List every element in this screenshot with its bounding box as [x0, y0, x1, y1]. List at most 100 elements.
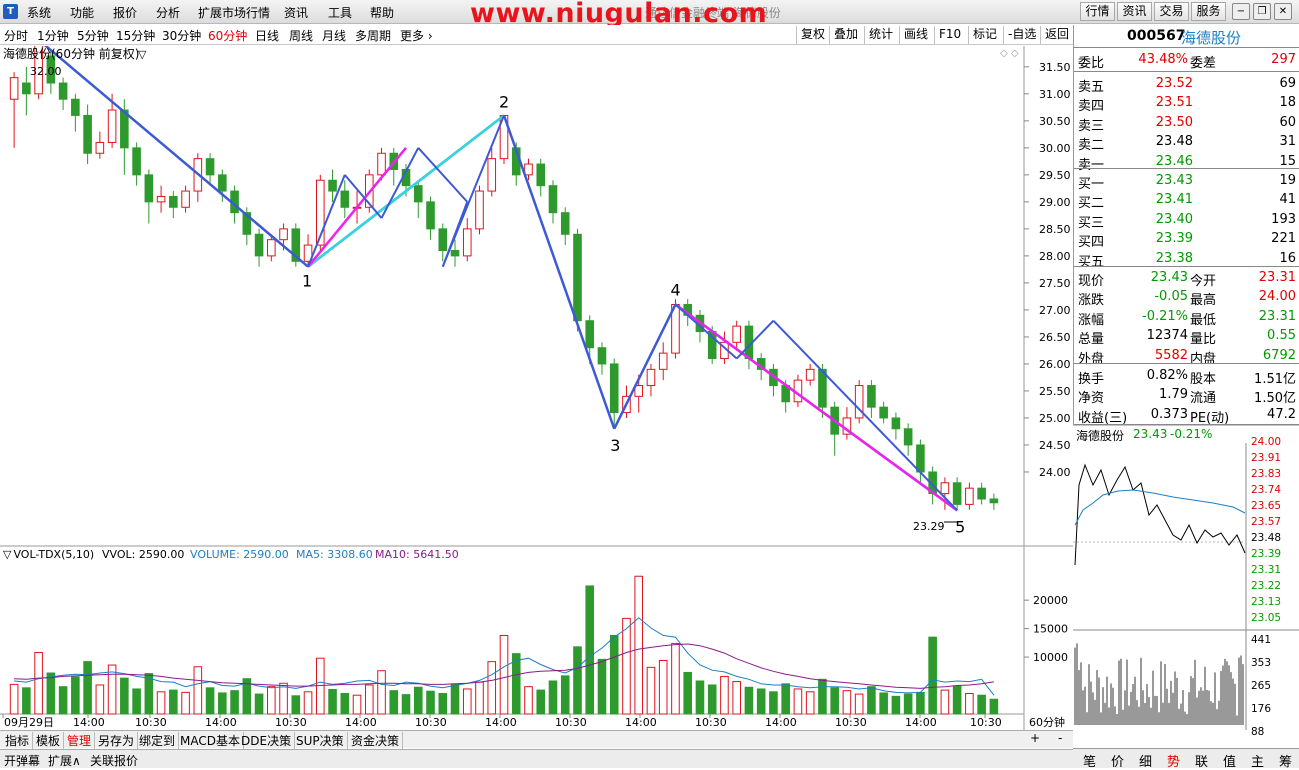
kline-chart[interactable]: 012345 32.0031.5031.0030.5030.0029.5029.… — [0, 46, 1073, 730]
candle — [450, 249, 460, 257]
title-toggle-icon[interactable]: ▽ — [138, 48, 147, 61]
indicator-tab[interactable]: 资金决策 — [348, 732, 404, 749]
volume-bar — [903, 693, 913, 715]
extend-toggle[interactable]: 扩展∧ — [48, 752, 81, 769]
overlay-button[interactable]: 叠加 — [829, 26, 862, 44]
volume-bar — [58, 686, 68, 715]
right-panel-tab[interactable]: 主 — [1251, 751, 1264, 770]
period-5min[interactable]: 5分钟 — [77, 27, 109, 44]
menu-help[interactable]: 帮助 — [370, 4, 394, 21]
right-panel-tab[interactable]: 筹 — [1279, 751, 1292, 770]
restore-icon[interactable]: ❐ — [1253, 3, 1271, 20]
self-select-button[interactable]: -自选 — [1003, 26, 1040, 44]
intraday-mini-chart[interactable]: 海德股份 23.43 -0.21% 24.00 23.91 23.83 23.74 23… — [1073, 425, 1299, 745]
right-panel-tab[interactable]: 值 — [1223, 751, 1236, 770]
volume-bar — [891, 695, 901, 715]
menu-extended-market[interactable]: 扩展市场行情 — [198, 4, 270, 21]
period-60min[interactable]: 60分钟 — [208, 27, 247, 44]
period-daily[interactable]: 日线 — [255, 27, 279, 44]
menu-news[interactable]: 资讯 — [284, 4, 308, 21]
candle — [965, 487, 974, 505]
trade-button[interactable]: 交易 — [1154, 2, 1189, 21]
menu-function[interactable]: 功能 — [70, 4, 94, 21]
axes: 32.00 31.50 31.00 30.50 30.00 29.50 29.00 28.50… — [2, 46, 1071, 729]
stat-row: 涨跌 -0.05 最高 24.00 — [1074, 287, 1299, 308]
volume-bar — [524, 686, 533, 715]
committee-ratio-label: 委比 — [1078, 56, 1105, 71]
right-panel-tabs: 笔价细势联值主筹 — [1073, 748, 1299, 770]
volume-bar — [499, 634, 509, 715]
period-more[interactable]: 更多 › — [400, 27, 433, 44]
indicator-tab[interactable]: SUP决策 — [293, 732, 348, 749]
market-button[interactable]: 行情 — [1080, 2, 1115, 21]
volume-bar — [340, 693, 350, 715]
volume-bar — [830, 687, 839, 715]
menu-tools[interactable]: 工具 — [328, 4, 352, 21]
price-tick-label: 25.00 — [1039, 412, 1071, 425]
period-15min[interactable]: 15分钟 — [116, 27, 155, 44]
adjust-button[interactable]: 复权 — [796, 26, 829, 44]
period-multi[interactable]: 多周期 — [355, 27, 391, 44]
menu-system[interactable]: 系统 — [27, 4, 51, 21]
mini-vol-label: 353 — [1251, 657, 1271, 669]
draw-line-button[interactable]: 画线 — [899, 26, 932, 44]
period-toolbar: 分时 1分钟 5分钟 15分钟 30分钟 60分钟 日线 周线 月线 多周期 更… — [0, 25, 1073, 45]
indicator-tab[interactable]: 另存为 — [95, 732, 139, 749]
candle — [487, 158, 497, 192]
app-logo-icon[interactable]: T — [3, 4, 18, 19]
indicator-tab[interactable]: DDE决策 — [238, 732, 296, 749]
time-tick-label: 14:00 — [345, 716, 377, 729]
right-panel-tab[interactable]: 细 — [1139, 751, 1152, 770]
menu-analysis[interactable]: 分析 — [156, 4, 180, 21]
zoom-in-icon[interactable]: + — [1030, 731, 1040, 745]
indicator-tab[interactable]: MACD基本 — [177, 732, 244, 749]
mark-button[interactable]: 标记 — [968, 26, 1001, 44]
candle — [548, 185, 558, 214]
period-30min[interactable]: 30分钟 — [162, 27, 201, 44]
diamond-icon[interactable]: ◇ ◇ — [1000, 48, 1019, 59]
volume-bar — [989, 698, 999, 715]
volume-bar — [622, 617, 631, 715]
indicator-tab[interactable]: 绑定到 — [136, 732, 180, 749]
mini-price-label: 24.00 — [1251, 436, 1281, 448]
right-panel-tab[interactable]: 联 — [1195, 751, 1208, 770]
right-panel-tab[interactable]: 势 — [1167, 751, 1180, 770]
indicator-tab[interactable]: 模板 — [33, 732, 65, 749]
period-weekly[interactable]: 周线 — [289, 27, 313, 44]
right-panel-tab[interactable]: 价 — [1111, 751, 1124, 770]
service-button[interactable]: 服务 — [1191, 2, 1226, 21]
stat-label: PE(动) — [1190, 410, 1230, 426]
price-tick-label: 30.50 — [1039, 115, 1071, 128]
period-monthly[interactable]: 月线 — [322, 27, 346, 44]
back-button[interactable]: 返回 — [1040, 26, 1073, 44]
period-1min[interactable]: 1分钟 — [37, 27, 69, 44]
stat-row: 涨幅 -0.21% 最低 23.31 — [1074, 307, 1299, 328]
volume-bar — [450, 683, 460, 715]
right-panel-tab[interactable]: 笔 — [1083, 751, 1096, 770]
period-timeshare[interactable]: 分时 — [4, 27, 28, 44]
menu-quote[interactable]: 报价 — [113, 4, 137, 21]
close-icon[interactable]: ✕ — [1274, 3, 1292, 20]
volume-bar — [132, 688, 141, 715]
sell-volume: 69 — [1279, 76, 1296, 91]
volume-bar — [218, 692, 227, 715]
volume-bar — [854, 693, 864, 715]
news-button[interactable]: 资讯 — [1117, 2, 1152, 21]
volume-bar — [426, 690, 435, 715]
buy-volume: 16 — [1279, 250, 1296, 266]
zoom-out-icon[interactable]: - — [1058, 731, 1062, 745]
buy-label: 买二 — [1078, 196, 1105, 212]
candle — [524, 163, 533, 176]
volume-bar — [744, 686, 754, 715]
related-quote-link[interactable]: 关联报价 — [90, 752, 138, 769]
volume-bar — [916, 691, 925, 715]
minimize-icon[interactable]: − — [1232, 3, 1250, 20]
f10-button[interactable]: F10 — [934, 26, 965, 44]
indicator-tab[interactable]: 管理 — [64, 732, 96, 749]
danmaku-toggle[interactable]: 开弹幕 — [4, 752, 40, 769]
candle — [426, 201, 435, 230]
candle — [22, 82, 31, 95]
stat-row: 现价 23.43 今开 23.31 — [1074, 268, 1299, 289]
statistics-button[interactable]: 统计 — [864, 26, 897, 44]
indicator-tab[interactable]: 指标 — [2, 732, 34, 749]
